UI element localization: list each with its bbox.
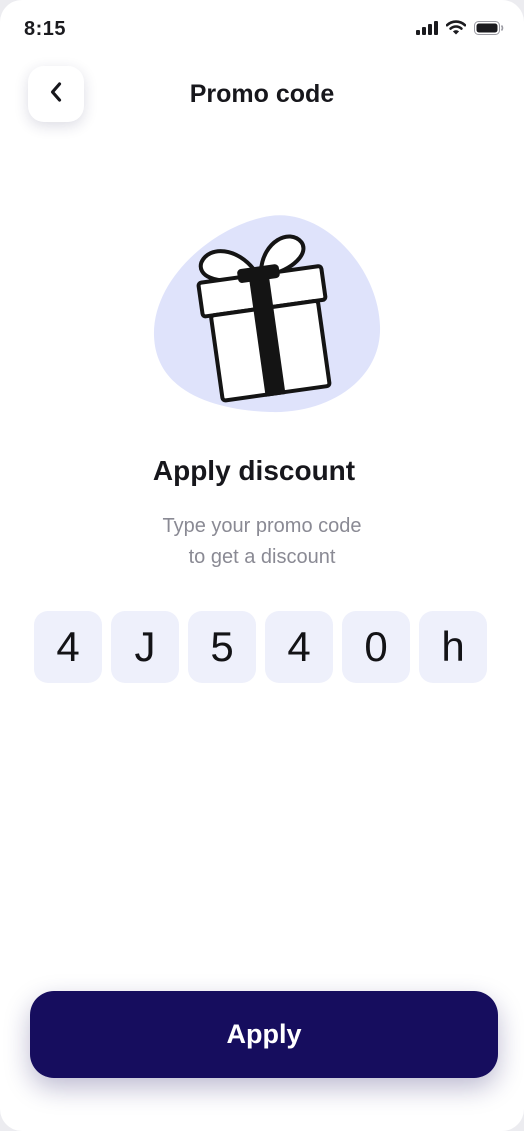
apply-button[interactable]: Apply	[30, 991, 498, 1078]
code-digit-1[interactable]: 4	[34, 611, 102, 683]
code-digit-6[interactable]: h	[419, 611, 487, 683]
battery-icon	[474, 20, 504, 40]
code-digit-5[interactable]: 0	[342, 611, 410, 683]
status-time: 8:15	[24, 18, 67, 40]
status-bar: 8:15	[0, 0, 524, 60]
code-digit-3[interactable]: 5	[188, 611, 256, 683]
wifi-icon	[445, 20, 467, 40]
cellular-signal-icon	[416, 20, 438, 40]
status-icons	[416, 20, 504, 40]
code-digit-2[interactable]: J	[111, 611, 179, 683]
apply-discount-heading: Apply discount	[152, 455, 356, 486]
promo-instructions: Type your promo code to get a discount	[0, 511, 524, 573]
subtitle-line-2: to get a discount	[188, 546, 336, 568]
apply-button-label: Apply	[226, 1019, 302, 1049]
page-title: Promo code	[189, 80, 335, 108]
code-digit-4[interactable]: 4	[265, 611, 333, 683]
promo-code-screen: 8:15 Promo code Apply discount Type your…	[0, 0, 524, 1131]
gift-illustration	[150, 208, 382, 421]
subtitle-line-1: Type your promo code	[162, 515, 362, 537]
